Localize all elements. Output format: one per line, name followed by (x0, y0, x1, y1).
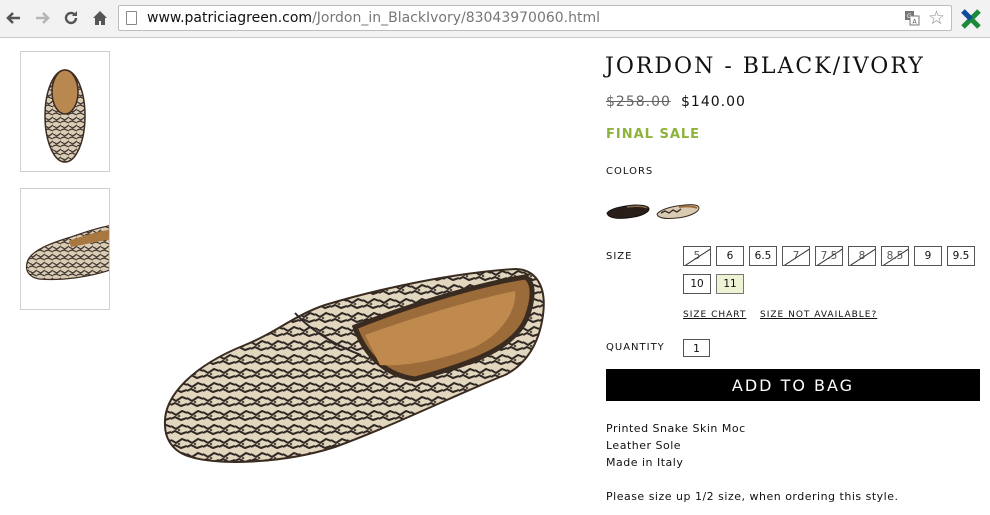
size-option-label: 9 (924, 250, 932, 262)
size-option-7[interactable]: 7 (782, 246, 810, 266)
size-option-label: 7 (792, 250, 800, 262)
extension-icon[interactable] (960, 8, 982, 30)
size-chart-link[interactable]: SIZE CHART (683, 310, 746, 320)
address-bar[interactable]: www.patriciagreen.com/Jordon_in_BlackIvo… (118, 5, 952, 31)
shoe-top-view-image (44, 69, 86, 163)
size-option-label: 8 (858, 250, 866, 262)
size-option-9[interactable]: 9 (914, 246, 942, 266)
size-option-label: 10 (690, 278, 704, 290)
browser-toolbar: www.patriciagreen.com/Jordon_in_BlackIvo… (0, 0, 990, 38)
reload-icon[interactable] (59, 6, 83, 30)
colors-label: COLORS (606, 166, 654, 177)
size-option-10[interactable]: 10 (683, 274, 711, 294)
color-swatch-black-ivory[interactable] (655, 197, 701, 223)
size-label: SIZE (606, 251, 633, 262)
back-arrow-icon[interactable] (2, 6, 26, 30)
size-option-8[interactable]: 8 (848, 246, 876, 266)
color-swatch-black[interactable] (605, 197, 651, 223)
size-option-6-5[interactable]: 6.5 (749, 246, 777, 266)
star-icon[interactable]: ☆ (928, 7, 945, 29)
size-not-available-link[interactable]: SIZE NOT AVAILABLE? (760, 310, 877, 320)
size-option-label: 5 (693, 250, 701, 262)
final-sale-badge: FINAL SALE (606, 127, 701, 142)
forward-arrow-icon[interactable] (30, 6, 54, 30)
size-option-11[interactable]: 11 (716, 274, 744, 294)
size-option-6[interactable]: 6 (716, 246, 744, 266)
url-text[interactable]: www.patriciagreen.com/Jordon_in_BlackIvo… (147, 10, 600, 26)
url-host: www.patriciagreen.com (147, 10, 313, 26)
size-option-8-5[interactable]: 8.5 (881, 246, 909, 266)
product-title: JORDON - BLACK/IVORY (605, 54, 925, 79)
size-option-label: 6.5 (754, 250, 772, 262)
description-line: Made in Italy (606, 456, 684, 469)
thumbnail-side-view[interactable] (20, 188, 110, 310)
size-option-label: 8.5 (886, 250, 904, 262)
size-option-label: 6 (726, 250, 734, 262)
add-to-bag-button[interactable]: ADD TO BAG (606, 369, 980, 401)
size-option-label: 11 (723, 278, 737, 290)
page-icon (126, 11, 137, 25)
translate-icon[interactable]: GA (903, 9, 921, 27)
quantity-label: QUANTITY (606, 342, 665, 353)
main-product-image (155, 255, 555, 470)
description-line: Printed Snake Skin Moc (606, 422, 746, 435)
size-option-5[interactable]: 5 (683, 246, 711, 266)
original-price: $258.00 (606, 94, 671, 110)
size-option-7-5[interactable]: 7.5 (815, 246, 843, 266)
description-line: Leather Sole (606, 439, 682, 452)
home-icon[interactable] (88, 6, 112, 30)
url-path: /Jordon_in_BlackIvory/83043970060.html (312, 10, 601, 26)
shoe-side-view-image (25, 225, 109, 281)
size-option-label: 7.5 (820, 250, 838, 262)
size-option-9-5[interactable]: 9.5 (947, 246, 975, 266)
svg-text:G: G (907, 13, 912, 20)
size-option-label: 9.5 (952, 250, 970, 262)
sale-price: $140.00 (681, 94, 746, 110)
quantity-input[interactable]: 1 (683, 339, 710, 357)
sizing-note: Please size up 1/2 size, when ordering t… (606, 490, 899, 503)
thumbnail-top-view[interactable] (20, 51, 110, 172)
